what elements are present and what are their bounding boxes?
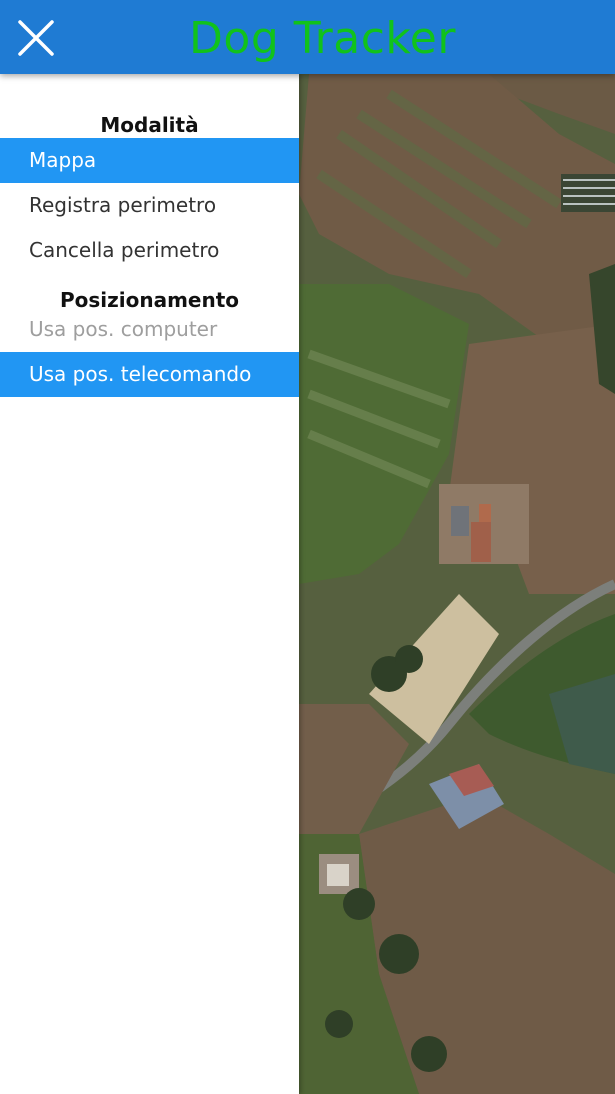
navigation-drawer: Modalità Mappa Registra perimetro Cancel… (0, 74, 299, 1094)
app-bar: Dog Tracker (0, 0, 615, 74)
menu-item-registra-perimetro[interactable]: Registra perimetro (0, 183, 299, 228)
menu-item-usa-pos-telecomando[interactable]: Usa pos. telecomando (0, 352, 299, 397)
app-root: Dog Tracker Modalità Mappa Registra peri… (0, 0, 615, 1094)
menu-item-cancella-perimetro[interactable]: Cancella perimetro (0, 228, 299, 273)
satellite-map[interactable] (299, 74, 615, 1094)
menu-item-usa-pos-computer[interactable]: Usa pos. computer (0, 307, 299, 352)
menu-item-mappa[interactable]: Mappa (0, 138, 299, 183)
app-title: Dog Tracker (189, 13, 456, 64)
section-title-modalita: Modalità (100, 113, 199, 137)
